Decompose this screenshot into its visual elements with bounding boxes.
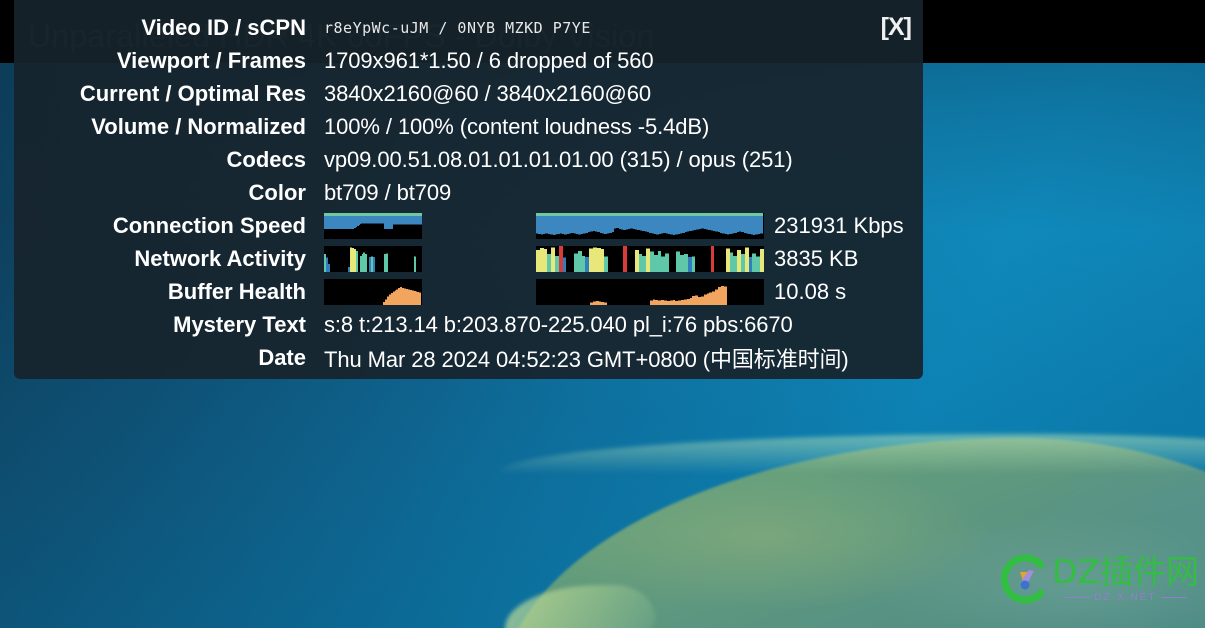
stat-row-video-id: Video ID / sCPN r8eYpWc-uJM / 0NYB MZKD … xyxy=(14,11,923,44)
stat-value: r8eYpWc-uJM / 0NYB MZKD P7YE xyxy=(324,18,591,37)
stat-value: vp09.00.51.08.01.01.01.01.00 (315) / opu… xyxy=(324,146,793,172)
stat-value: Thu Mar 28 2024 04:52:23 GMT+0800 (中国标准时… xyxy=(324,346,849,372)
stat-value: s:8 t:213.14 b:203.870-225.040 pl_i:76 p… xyxy=(324,311,793,337)
stat-row-codecs: Codecs vp09.00.51.08.01.01.01.01.00 (315… xyxy=(14,143,923,176)
stat-label: Date xyxy=(258,344,306,370)
stat-row-connection-speed: Connection Speed 231931 Kbps xyxy=(14,209,923,242)
stat-label: Video ID / sCPN xyxy=(141,14,306,40)
buffer-health-large-chart xyxy=(536,278,764,305)
stat-row-resolution: Current / Optimal Res 3840x2160@60 / 384… xyxy=(14,77,923,110)
network-activity-small-chart xyxy=(324,245,422,272)
stat-row-network-activity: Network Activity 3835 KB xyxy=(14,242,923,275)
watermark-subtitle-group: DZ-X.NET xyxy=(1064,592,1187,603)
stat-row-buffer-health: Buffer Health 10.08 s xyxy=(14,275,923,308)
stat-label: Connection Speed xyxy=(112,212,306,238)
watermark-title: DZ插件网 xyxy=(1051,552,1199,591)
stats-for-nerds-panel: [X] Video ID / sCPN r8eYpWc-uJM / 0NYB M… xyxy=(14,0,923,379)
dz-logo-icon xyxy=(996,552,1050,606)
stat-row-color: Color bt709 / bt709 xyxy=(14,176,923,209)
stat-label: Codecs xyxy=(226,146,306,172)
close-icon[interactable]: [X] xyxy=(881,15,912,40)
stat-label: Buffer Health xyxy=(167,278,306,304)
watermark-subtitle: DZ-X.NET xyxy=(1094,592,1157,603)
stat-value: 3840x2160@60 / 3840x2160@60 xyxy=(324,80,652,106)
watermark: DZ插件网 DZ-X.NET xyxy=(996,552,1199,606)
network-activity-large-chart xyxy=(536,245,764,272)
stat-label: Current / Optimal Res xyxy=(79,80,306,106)
buffer-health-small-chart xyxy=(324,278,422,305)
connection-speed-readout: 231931 Kbps xyxy=(774,212,904,238)
connection-speed-large-chart xyxy=(536,212,764,239)
stat-row-volume: Volume / Normalized 100% / 100% (content… xyxy=(14,110,923,143)
stat-label: Color xyxy=(248,179,306,205)
stat-value: 1709x961*1.50 / 6 dropped of 560 xyxy=(324,47,654,73)
stat-label: Viewport / Frames xyxy=(116,47,306,73)
stat-label: Volume / Normalized xyxy=(91,113,306,139)
stat-value: bt709 / bt709 xyxy=(324,179,452,205)
stat-row-mystery-text: Mystery Text s:8 t:213.14 b:203.870-225.… xyxy=(14,308,923,341)
watermark-rule-right xyxy=(1160,597,1187,598)
stat-label: Mystery Text xyxy=(173,311,306,337)
stat-row-viewport-frames: Viewport / Frames 1709x961*1.50 / 6 drop… xyxy=(14,44,923,77)
stat-label: Network Activity xyxy=(134,245,306,271)
buffer-health-readout: 10.08 s xyxy=(774,278,847,304)
watermark-text-group: DZ插件网 DZ-X.NET xyxy=(1052,555,1199,603)
connection-speed-small-chart xyxy=(324,212,422,239)
stat-value: 100% / 100% (content loudness -5.4dB) xyxy=(324,113,710,139)
stat-row-date: Date Thu Mar 28 2024 04:52:23 GMT+0800 (… xyxy=(14,341,923,374)
player-stage: Unparalleled HDR 4K 60FPS - Dolby Vision… xyxy=(0,0,1205,628)
watermark-rule-left xyxy=(1064,597,1091,598)
network-activity-readout: 3835 KB xyxy=(774,245,859,271)
